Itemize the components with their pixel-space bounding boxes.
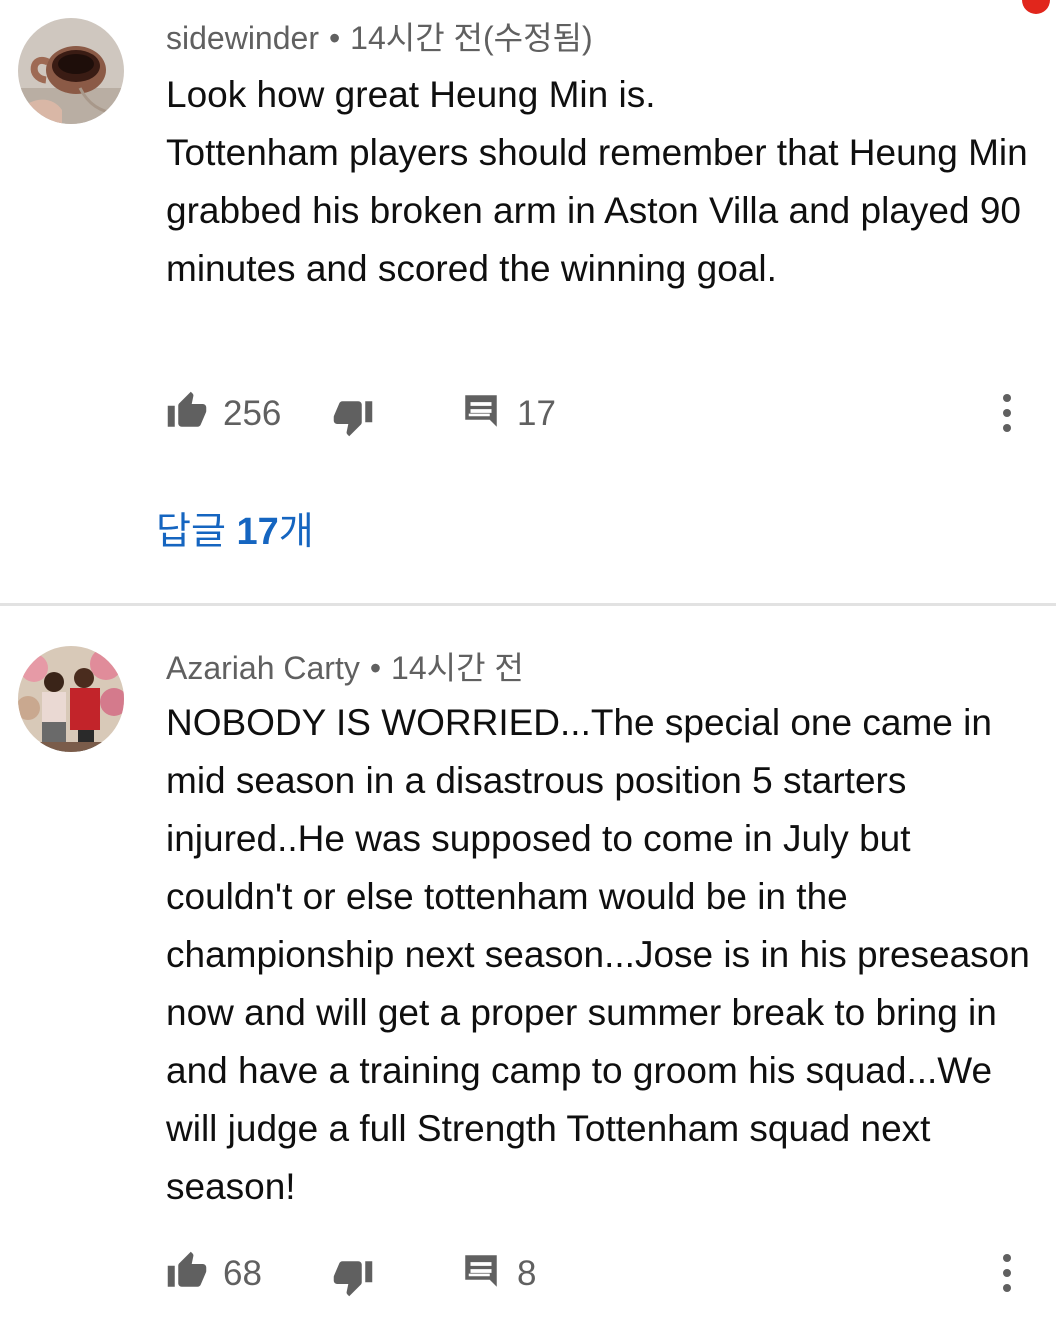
- comment-item: sidewinder • 14시간 전(수정됨) Look how great He…: [0, 0, 1056, 603]
- comment-item: Azariah Carty • 14시간 전 NOBODY IS WORRIED..…: [0, 606, 1056, 1326]
- meta-separator: •: [369, 650, 382, 686]
- author-avatar[interactable]: [18, 646, 124, 752]
- view-replies-link[interactable]: 답글 17개: [156, 506, 314, 558]
- comment-meta: sidewinder • 14시간 전(수정됨): [166, 18, 593, 58]
- thumbs-down-icon[interactable]: [332, 396, 374, 438]
- author-name[interactable]: sidewinder: [166, 20, 319, 56]
- author-avatar[interactable]: [18, 18, 124, 124]
- replies-link-prefix: 답글: [156, 511, 237, 553]
- comment-text: NOBODY IS WORRIED...The special one came…: [166, 702, 1030, 1207]
- meta-separator: •: [328, 20, 341, 56]
- reply-icon[interactable]: [460, 390, 502, 432]
- thumbs-up-icon[interactable]: [166, 1250, 208, 1292]
- comment-actions: 68 8: [166, 1248, 1036, 1298]
- thumbs-down-icon[interactable]: [332, 1256, 374, 1298]
- reply-count: 8: [517, 1254, 537, 1293]
- replies-link-suffix: 개: [278, 511, 314, 553]
- reply-count: 17: [517, 394, 556, 433]
- more-vertical-icon[interactable]: [992, 392, 1022, 434]
- comment-text: Look how great Heung Min is. Tottenham p…: [166, 74, 1028, 289]
- replies-link-count: 17: [236, 511, 279, 553]
- reply-icon[interactable]: [460, 1250, 502, 1292]
- comment-timestamp: 14시간 전: [391, 650, 524, 686]
- comment-meta: Azariah Carty • 14시간 전: [166, 648, 524, 688]
- thumbs-up-icon[interactable]: [166, 390, 208, 432]
- comment-actions: 256 17: [166, 388, 1036, 438]
- more-vertical-icon[interactable]: [992, 1252, 1022, 1294]
- like-count: 256: [223, 394, 282, 433]
- like-count: 68: [223, 1254, 262, 1293]
- people-photo-avatar: [18, 646, 124, 752]
- comment-timestamp: 14시간 전(수정됨): [350, 20, 593, 56]
- mug-photo-avatar: [18, 18, 124, 124]
- author-name[interactable]: Azariah Carty: [166, 650, 360, 686]
